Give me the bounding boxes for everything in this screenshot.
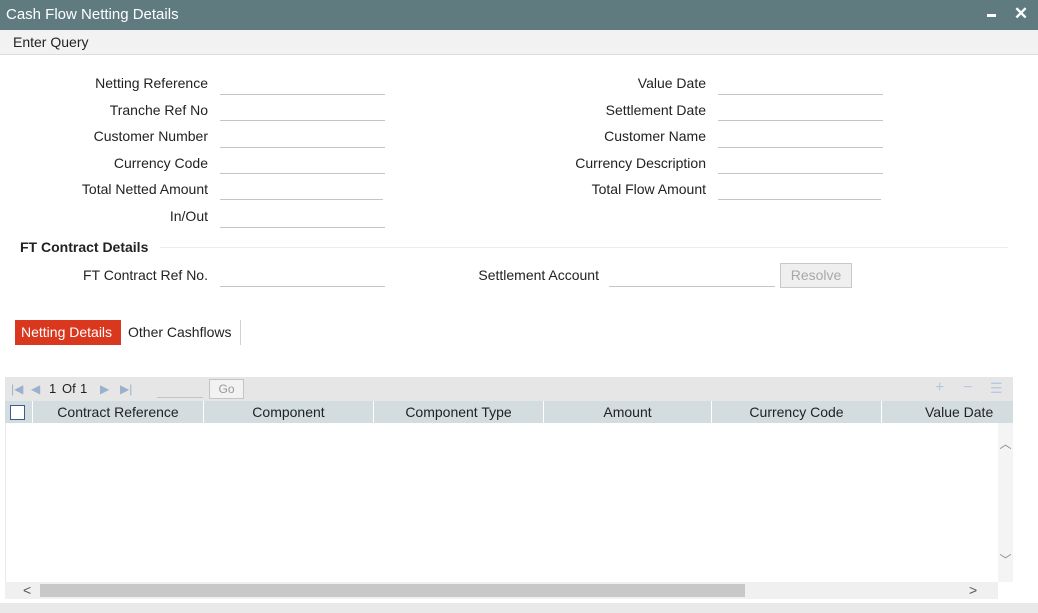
pager-of-label: Of bbox=[62, 381, 76, 396]
total-flow-amount-label: Total Flow Amount bbox=[591, 181, 706, 197]
scroll-down-icon[interactable]: ﹀ bbox=[998, 551, 1013, 568]
netting-reference-input[interactable] bbox=[220, 73, 385, 95]
window-title: Cash Flow Netting Details bbox=[6, 6, 179, 23]
grid-body bbox=[5, 423, 998, 582]
horizontal-scroll-thumb[interactable] bbox=[40, 584, 745, 597]
prev-page-icon[interactable]: ◀ bbox=[31, 382, 40, 396]
value-date-input[interactable] bbox=[718, 73, 883, 95]
close-button[interactable]: ✕ bbox=[1012, 4, 1030, 24]
customer-name-label: Customer Name bbox=[604, 128, 706, 144]
ft-contract-ref-no-input[interactable] bbox=[220, 265, 385, 287]
ft-contract-ref-no-label: FT Contract Ref No. bbox=[82, 267, 208, 283]
first-page-icon[interactable]: |◀ bbox=[11, 382, 23, 396]
last-page-icon[interactable]: ▶| bbox=[120, 382, 132, 396]
customer-number-label: Customer Number bbox=[93, 128, 208, 144]
settlement-account-label: Settlement Account bbox=[478, 267, 599, 283]
currency-description-label: Currency Description bbox=[575, 155, 706, 171]
next-page-icon[interactable]: ▶ bbox=[100, 382, 109, 396]
col-amount[interactable]: Amount bbox=[544, 401, 712, 423]
delete-row-icon[interactable]: − bbox=[963, 379, 972, 397]
enter-query-button[interactable]: Enter Query bbox=[13, 34, 88, 50]
total-netted-amount-label: Total Netted Amount bbox=[81, 181, 208, 197]
section-divider bbox=[160, 247, 1008, 248]
resolve-button[interactable]: Resolve bbox=[780, 263, 852, 288]
col-component-type[interactable]: Component Type bbox=[374, 401, 544, 423]
bottom-bar bbox=[0, 603, 1038, 613]
go-button[interactable]: Go bbox=[209, 379, 244, 399]
scroll-right-icon[interactable]: > bbox=[969, 582, 977, 599]
col-contract-reference[interactable]: Contract Reference bbox=[33, 401, 204, 423]
in-out-input[interactable] bbox=[220, 206, 385, 228]
currency-description-input[interactable] bbox=[718, 152, 883, 174]
single-view-icon[interactable]: ☰ bbox=[990, 380, 1003, 397]
close-icon: ✕ bbox=[1013, 4, 1029, 23]
minimize-button[interactable] bbox=[984, 4, 1002, 24]
ft-contract-details-heading: FT Contract Details bbox=[20, 239, 149, 255]
total-netted-amount-input[interactable] bbox=[220, 178, 383, 200]
customer-name-input[interactable] bbox=[718, 126, 883, 148]
add-row-icon[interactable]: + bbox=[935, 379, 944, 397]
tab-other-cashflows[interactable]: Other Cashflows bbox=[122, 320, 241, 345]
tranche-ref-no-label: Tranche Ref No bbox=[109, 102, 208, 118]
currency-code-input[interactable] bbox=[220, 152, 385, 174]
pager-total: 1 bbox=[80, 381, 88, 396]
in-out-label: In/Out bbox=[169, 208, 208, 224]
col-value-date[interactable]: Value Date bbox=[882, 401, 1013, 423]
scroll-left-icon[interactable]: < bbox=[23, 582, 31, 599]
tranche-ref-no-input[interactable] bbox=[220, 99, 385, 121]
pager-current: 1 bbox=[49, 381, 57, 396]
select-all-checkbox[interactable] bbox=[10, 405, 25, 420]
tab-netting-details[interactable]: Netting Details bbox=[15, 320, 121, 345]
grid-header: Contract Reference Component Component T… bbox=[5, 401, 1013, 423]
minimize-icon bbox=[987, 14, 996, 17]
currency-code-label: Currency Code bbox=[113, 155, 208, 171]
horizontal-scrollbar[interactable]: < > bbox=[5, 582, 998, 599]
value-date-label: Value Date bbox=[637, 75, 706, 91]
toolbar: Enter Query bbox=[0, 30, 1038, 55]
vertical-scrollbar[interactable]: ︿ ﹀ bbox=[998, 423, 1013, 582]
settlement-date-input[interactable] bbox=[718, 99, 883, 121]
netting-reference-label: Netting Reference bbox=[95, 75, 208, 91]
grid-toolbar: |◀ ◀ 1 Of 1 ▶ ▶| Go + − ☰ bbox=[5, 377, 1013, 401]
col-component[interactable]: Component bbox=[204, 401, 374, 423]
col-currency-code[interactable]: Currency Code bbox=[712, 401, 882, 423]
settlement-account-input[interactable] bbox=[609, 265, 775, 287]
scroll-up-icon[interactable]: ︿ bbox=[998, 435, 1013, 452]
total-flow-amount-input[interactable] bbox=[718, 178, 881, 200]
page-number-input[interactable] bbox=[157, 379, 203, 398]
customer-number-input[interactable] bbox=[220, 126, 385, 148]
settlement-date-label: Settlement Date bbox=[605, 102, 706, 118]
title-bar: Cash Flow Netting Details ✕ bbox=[0, 0, 1038, 30]
